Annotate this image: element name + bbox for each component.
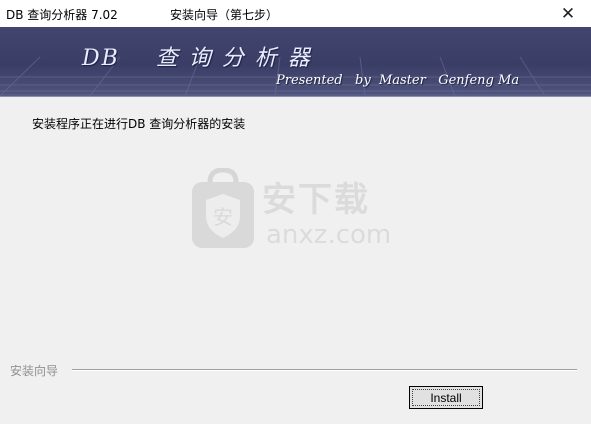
shield-bag-icon: 安 xyxy=(192,167,254,248)
banner-title: DB 查 询 分 析 器 xyxy=(82,46,312,71)
wizard-step-title: 安装向导（第七步） xyxy=(170,8,279,22)
title-bar: DB 查询分析器 7.02 安装向导（第七步） ✕ xyxy=(0,0,591,28)
banner-divider xyxy=(0,96,591,97)
header-banner: DB 查 询 分 析 器 Presented by Master Genfeng… xyxy=(0,27,591,96)
wizard-group-divider xyxy=(72,369,577,371)
close-icon: ✕ xyxy=(560,3,576,24)
watermark-text-cn: 安下载 xyxy=(262,180,370,220)
banner-subtitle: Presented by Master Genfeng Ma xyxy=(276,73,520,88)
app-title: DB 查询分析器 7.02 xyxy=(6,8,118,22)
install-status-text: 安装程序正在进行DB 查询分析器的安装 xyxy=(32,117,246,131)
wizard-group-label: 安装向导 xyxy=(10,364,59,378)
close-button[interactable]: ✕ xyxy=(545,0,591,27)
svg-text:安: 安 xyxy=(213,205,233,229)
watermark-text-url: anxz.com xyxy=(266,220,392,250)
install-button[interactable]: Install xyxy=(409,386,483,409)
watermark: 安 安下载 anxz.com xyxy=(188,167,403,258)
